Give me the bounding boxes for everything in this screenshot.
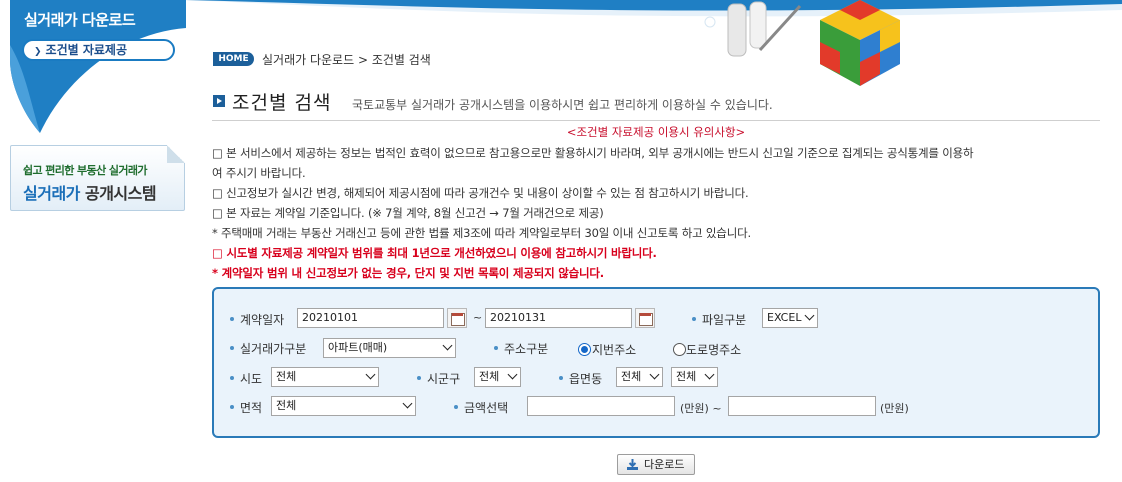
- bullet-icon: [559, 375, 563, 380]
- price-min-input[interactable]: [527, 396, 675, 416]
- notice-item: □ 본 자료는 계약일 기준입니다. (※ 7월 계약, 8월 신고건 → 7월…: [212, 206, 604, 220]
- date-range-tilde: ~: [473, 311, 483, 324]
- banner-title-dark: 공개시스템: [84, 184, 157, 203]
- sigungu-label: 시군구: [417, 370, 460, 387]
- bullet-icon: [230, 345, 234, 350]
- bullet-icon: [692, 316, 696, 321]
- sidebar-item-label: 조건별 자료제공: [45, 43, 128, 57]
- chevron-down-icon: [704, 369, 715, 380]
- area-select[interactable]: 전체: [271, 396, 416, 416]
- calendar-icon[interactable]: [447, 308, 467, 328]
- chevron-down-icon: [402, 398, 413, 409]
- sidebar-title: 실거래가 다운로드: [24, 11, 136, 29]
- address-jibun-radio[interactable]: [578, 343, 591, 356]
- bullet-icon: [230, 404, 234, 409]
- bullet-icon: [454, 404, 458, 409]
- calendar-icon[interactable]: [635, 308, 655, 328]
- title-divider: [212, 120, 1100, 121]
- address-jibun-label: 지번주소: [592, 343, 637, 357]
- breadcrumb: 실거래가 다운로드 > 조건별 검색: [262, 53, 431, 67]
- notice-item-highlight: □ 시도별 자료제공 계약일자 범위를 최대 1년으로 개선하였으니 이용에 참…: [212, 246, 657, 260]
- banner-subtitle: 쉽고 편리한 부동산 실거래가: [23, 164, 148, 177]
- notice-heading: <조건별 자료제공 이용시 유의사항>: [566, 125, 746, 139]
- notice-item: 여 주시기 바랍니다.: [212, 166, 306, 180]
- file-type-select[interactable]: EXCEL: [762, 308, 818, 328]
- ri-select[interactable]: 전체: [671, 367, 718, 387]
- blueprint-papers-illustration: [704, 1, 802, 57]
- address-road-radio[interactable]: [673, 343, 686, 356]
- contract-date-label: 계약일자: [230, 311, 284, 328]
- sido-label: 시도: [230, 370, 262, 387]
- bullet-icon: [230, 375, 234, 380]
- notice-item: □ 신고정보가 실시간 변경, 해제되어 제공시점에 따라 공개건수 및 내용이…: [212, 186, 749, 200]
- chevron-down-icon: [507, 369, 518, 380]
- search-form: 계약일자 20210101 ~ 20210131 파일구분 EXCEL 실거래가…: [212, 287, 1100, 438]
- notice-item-highlight: * 계약일자 범위 내 신고정보가 없는 경우, 단지 및 지번 목록이 제공되…: [212, 266, 604, 280]
- chevron-down-icon: [365, 369, 376, 380]
- address-type-label: 주소구분: [494, 340, 548, 357]
- deal-type-select[interactable]: 아파트(매매): [323, 338, 456, 358]
- notice-item: * 주택매매 거래는 부동산 거래신고 등에 관한 법률 제3조에 따라 계약일…: [212, 226, 751, 240]
- home-badge[interactable]: HOME: [213, 52, 254, 66]
- price-unit: (만원): [880, 402, 909, 415]
- page-title: 조건별 검색: [232, 92, 332, 114]
- download-label: 다운로드: [644, 458, 685, 471]
- title-arrow-icon: [213, 95, 225, 107]
- public-system-banner[interactable]: 쉽고 편리한 부동산 실거래가 실거래가 공개시스템: [10, 145, 185, 211]
- sigungu-select[interactable]: 전체: [474, 367, 521, 387]
- price-unit-tilde: (만원) ~: [680, 402, 722, 415]
- chevron-right-icon: ❯: [34, 47, 42, 57]
- download-icon: [627, 459, 638, 470]
- notice-list: □ 본 서비스에서 제공하는 정보는 법적인 효력이 없으므로 참고용으로만 활…: [212, 143, 1102, 283]
- page-fold-icon: [167, 145, 185, 163]
- sidebar-item-condition-data[interactable]: ❯ 조건별 자료제공: [22, 39, 175, 61]
- date-from-input[interactable]: 20210101: [297, 308, 444, 328]
- banner-title-blue: 실거래가: [23, 184, 80, 203]
- date-to-input[interactable]: 20210131: [485, 308, 632, 328]
- file-type-label: 파일구분: [692, 311, 746, 328]
- bullet-icon: [417, 375, 421, 380]
- price-label: 금액선택: [454, 399, 508, 416]
- rubiks-cube-illustration: [820, 0, 900, 86]
- bullet-icon: [494, 345, 498, 350]
- download-button[interactable]: 다운로드: [617, 454, 695, 475]
- emd-label: 읍면동: [559, 370, 602, 387]
- chevron-down-icon: [804, 310, 815, 321]
- bullet-icon: [230, 316, 234, 321]
- deal-type-label: 실거래가구분: [230, 340, 306, 357]
- chevron-down-icon: [442, 340, 453, 351]
- page-description: 국토교통부 실거래가 공개시스템을 이용하시면 쉽고 편리하게 이용하실 수 있…: [352, 98, 773, 112]
- banner-title: 실거래가 공개시스템: [23, 180, 157, 204]
- emd-select[interactable]: 전체: [616, 367, 663, 387]
- notice-item: □ 본 서비스에서 제공하는 정보는 법적인 효력이 없으므로 참고용으로만 활…: [212, 146, 974, 160]
- sido-select[interactable]: 전체: [271, 367, 379, 387]
- area-label: 면적: [230, 399, 262, 416]
- chevron-down-icon: [649, 369, 660, 380]
- address-road-label: 도로명주소: [686, 343, 742, 357]
- price-max-input[interactable]: [728, 396, 876, 416]
